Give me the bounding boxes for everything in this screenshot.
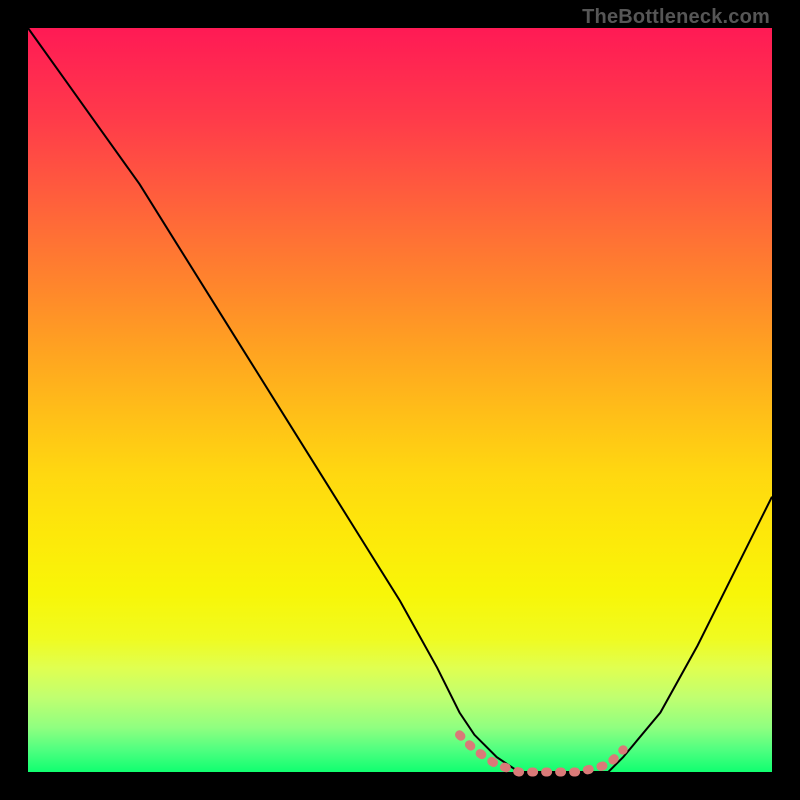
curve-layer — [28, 28, 772, 772]
bottleneck-curve — [28, 28, 772, 772]
highlight-band — [460, 735, 624, 772]
chart-frame: TheBottleneck.com — [0, 0, 800, 800]
watermark: TheBottleneck.com — [582, 6, 770, 29]
plot-area — [28, 28, 772, 772]
